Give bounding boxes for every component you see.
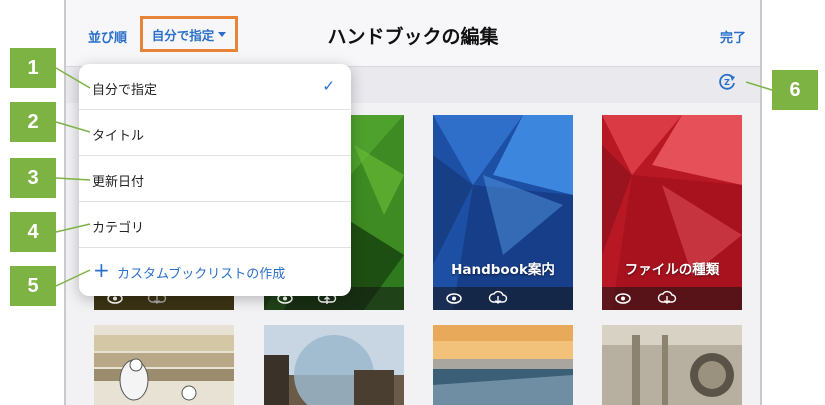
book-cover-photo[interactable]: [264, 325, 404, 405]
callout-badge: 2: [10, 102, 56, 142]
menu-item-custom[interactable]: 自分で指定 ✓: [79, 64, 351, 110]
book-cover-photo[interactable]: [602, 325, 742, 405]
sync-icon[interactable]: Z: [716, 70, 738, 92]
menu-item-label: 自分で指定: [92, 83, 158, 98]
book-cover-photo[interactable]: [433, 325, 573, 405]
book-cover-photo[interactable]: [94, 325, 234, 405]
book-action-bar: [433, 287, 573, 310]
ipad-screen: 並び順 自分で指定 ハンドブックの編集 完了 Z Handbook案内 ファイル…: [64, 0, 762, 405]
book-title: ファイルの種類: [624, 262, 720, 278]
eye-icon[interactable]: [443, 287, 465, 310]
page-title: ハンドブックの編集: [327, 26, 499, 48]
book-card[interactable]: Handbook案内: [433, 115, 573, 310]
cloud-download-icon[interactable]: [487, 287, 509, 310]
done-button[interactable]: 完了: [720, 27, 746, 46]
menu-item-label: タイトル: [92, 129, 145, 144]
sort-order-menu: 自分で指定 ✓ タイトル 更新日付 カテゴリ + カスタムブックリストの作成: [79, 64, 351, 296]
callout-badge: 4: [10, 212, 56, 252]
callout-badge: 5: [10, 266, 56, 306]
plus-icon: +: [93, 258, 110, 282]
menu-item-label: カテゴリ: [92, 221, 145, 236]
menu-item-category[interactable]: カテゴリ: [79, 202, 351, 248]
book-card[interactable]: ファイルの種類: [602, 115, 742, 310]
menu-item-updated-date[interactable]: 更新日付: [79, 156, 351, 202]
eye-icon[interactable]: [612, 287, 634, 310]
menu-item-title[interactable]: タイトル: [79, 110, 351, 156]
cloud-download-icon[interactable]: [656, 287, 678, 310]
menu-item-label: 更新日付: [92, 175, 145, 190]
navigation-bar: 並び順 自分で指定 ハンドブックの編集 完了: [66, 0, 760, 67]
create-custom-booklist-button[interactable]: + カスタムブックリストの作成: [79, 248, 351, 294]
create-custom-booklist-label: カスタムブックリストの作成: [117, 267, 286, 282]
book-title: Handbook案内: [451, 262, 555, 278]
checkmark-icon: ✓: [322, 77, 335, 95]
callout-badge: 6: [772, 70, 818, 110]
callout-badge: 3: [10, 158, 56, 198]
callout-badge: 1: [10, 48, 56, 88]
book-action-bar: [602, 287, 742, 310]
svg-text:Z: Z: [724, 78, 730, 87]
